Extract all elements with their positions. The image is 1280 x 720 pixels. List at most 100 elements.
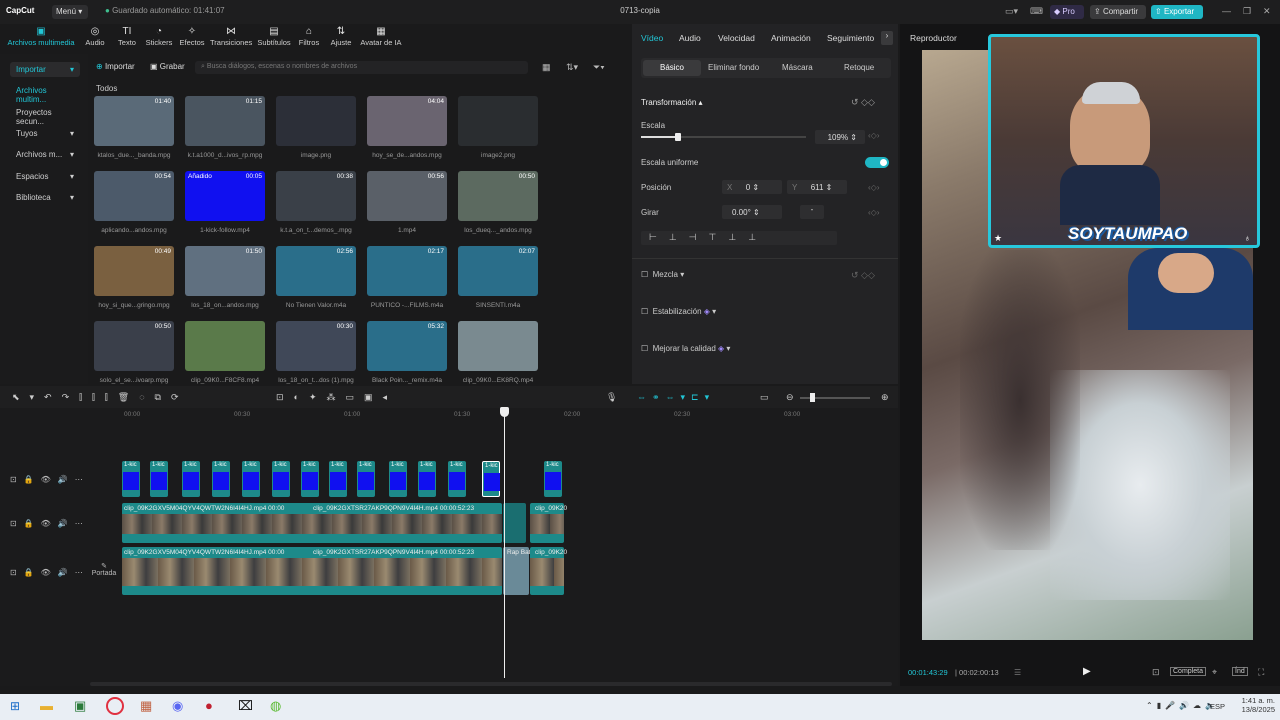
zoom-out-icon[interactable]: ⊖ (786, 392, 794, 403)
subtab-mask[interactable]: Máscara (782, 63, 813, 72)
reset-icon[interactable]: ↺ ◇◇ (851, 97, 875, 108)
snap-tools[interactable]: ⇔⚭⇔▾⊏▾ (637, 392, 715, 403)
scale-input[interactable]: 109% ⇕ (815, 130, 865, 144)
media-thumbnail[interactable]: 00:56 (367, 171, 447, 221)
stabilize-section[interactable]: ☐ Estabilización ◈ ▾ (641, 307, 716, 316)
kick-follow-clip[interactable]: 1-kic (448, 461, 466, 497)
media-thumbnail[interactable]: 05:32 (367, 321, 447, 371)
terminal-icon[interactable]: ▣ (74, 698, 86, 714)
layout-icon[interactable]: ▭▾ (1005, 6, 1018, 17)
media-thumbnail[interactable]: 02:56 (276, 246, 356, 296)
kick-follow-clip[interactable]: 1-kic (122, 461, 140, 497)
close-icon[interactable]: ✕ (1263, 6, 1271, 17)
sidebar-item-import[interactable]: Importar ▾ (10, 62, 80, 77)
media-thumbnail[interactable]: 01:50 (185, 246, 265, 296)
share-button[interactable]: ⇪ Compartir (1090, 5, 1146, 19)
rotate-flip-button[interactable]: - (800, 205, 824, 219)
kick-follow-clip[interactable]: 1-kic (418, 461, 436, 497)
media-thumbnail[interactable]: 00:50 (458, 171, 538, 221)
kick-follow-clip[interactable]: 1-kic (212, 461, 230, 497)
scale-slider-handle[interactable] (675, 133, 681, 141)
enhance-section[interactable]: ☐ Mejorar la calidad ◈ ▾ (641, 344, 730, 353)
media-thumbnail[interactable]: 00:38 (276, 171, 356, 221)
kick-follow-clip[interactable]: 1-kic (329, 461, 347, 497)
tab-speed[interactable]: Velocidad (718, 33, 755, 43)
media-thumbnail[interactable]: 00:49 (94, 246, 174, 296)
tool-media[interactable]: ▣ Archivos multimedia (6, 26, 76, 47)
maximize-icon[interactable]: ❐ (1243, 6, 1251, 17)
windows-start-icon[interactable]: ⊞ (10, 699, 20, 713)
subtab-retouch[interactable]: Retoque (844, 63, 874, 72)
sidebar-item-yours[interactable]: Tuyos ▾ (10, 126, 80, 141)
microphone-icon[interactable]: 🎙 (606, 392, 617, 403)
kick-follow-clip[interactable]: 1-kic (482, 461, 500, 497)
language-indicator[interactable]: ESP (1210, 702, 1225, 711)
timeline-effect-tools[interactable]: ⊡◐✦⁂▭▣◂ (276, 392, 397, 403)
sidebar-item-media[interactable]: Archivos multim... (10, 83, 80, 104)
media-thumbnail[interactable] (458, 96, 538, 146)
position-y-input[interactable]: Y 611 ⇕ (787, 180, 847, 194)
playhead[interactable] (504, 408, 505, 678)
sort-icon[interactable]: ⇅▾ (566, 62, 578, 73)
tab-audio[interactable]: Audio (679, 33, 701, 43)
aspect-ratio-button[interactable]: Índ (1232, 667, 1248, 676)
fit-icon[interactable]: ⌖ (1212, 667, 1217, 678)
kick-follow-clip[interactable]: 1-kic (242, 461, 260, 497)
minimize-icon[interactable]: — (1222, 6, 1231, 16)
chevron-right-icon[interactable]: › (881, 31, 893, 45)
timeline-edit-tools[interactable]: ⬉▾↶↷⫿⫿⫿🗑◌⧉⟳ (12, 392, 189, 403)
keyframe-icon[interactable]: ‹◇› (868, 131, 879, 140)
media-thumbnail[interactable]: 00:54 (94, 171, 174, 221)
position-keyframe-icon[interactable]: ‹◇› (868, 183, 879, 192)
playhead-handle[interactable] (500, 407, 509, 417)
kick-follow-clip[interactable]: 1-kic (150, 461, 168, 497)
sidebar-item-files[interactable]: Archivos m... ▾ (10, 147, 80, 162)
import-button[interactable]: ⊕ Importar (96, 62, 135, 71)
media-thumbnail[interactable]: 01:40 (94, 96, 174, 146)
zoom-slider-handle[interactable] (810, 393, 815, 402)
sidebar-item-library[interactable]: Biblioteca ▾ (10, 190, 80, 205)
sidebar-item-spaces[interactable]: Espacios ▾ (10, 169, 80, 184)
track-controls-3[interactable]: ⊡🔒👁🔊⋯ (10, 568, 90, 577)
grid-view-icon[interactable]: ▦ (542, 62, 551, 73)
cover-button[interactable]: ✎ Portada (90, 562, 118, 577)
kick-follow-clip[interactable]: 1-kic (389, 461, 407, 497)
shortcut-icon[interactable]: ⌨ (1030, 6, 1043, 17)
media-thumbnail[interactable]: 04:04 (367, 96, 447, 146)
media-thumbnail[interactable] (458, 321, 538, 371)
uniform-scale-toggle[interactable] (865, 157, 889, 168)
transform-header[interactable]: Transformación ▴ (641, 98, 703, 107)
kick-follow-clip[interactable]: 1-kic (357, 461, 375, 497)
file-explorer-icon[interactable]: ▬ (40, 698, 53, 713)
sidebar-item-projects[interactable]: Proyectos secun... (10, 105, 80, 126)
media-thumbnail[interactable] (276, 96, 356, 146)
game-app-icon[interactable]: ▦ (140, 698, 152, 714)
tab-tracking[interactable]: Seguimiento (827, 33, 874, 43)
media-thumbnail[interactable]: 00:05 Añadido (185, 171, 265, 221)
blend-reset-icon[interactable]: ↺ ◇◇ (851, 270, 875, 281)
quality-button[interactable]: Completa (1170, 667, 1206, 676)
subtab-remove-bg[interactable]: Eliminar fondo (708, 63, 759, 72)
tab-video[interactable]: Vídeo (641, 33, 663, 43)
pro-button[interactable]: ◆ Pro (1050, 5, 1084, 19)
tool-ai-avatar[interactable]: ▦ Avatar de IA (356, 26, 406, 47)
tab-animation[interactable]: Animación (771, 33, 811, 43)
media-thumbnail[interactable]: 02:07 (458, 246, 538, 296)
clock[interactable]: 1:41 a. m. 13/8/2025 (1235, 696, 1275, 714)
tool-effects[interactable]: ✧ Efectos (171, 26, 213, 47)
kick-follow-clip[interactable]: 1-kic (272, 461, 290, 497)
media-thumbnail[interactable]: 02:17 (367, 246, 447, 296)
preview-axis-icon[interactable]: ▭ (760, 392, 769, 403)
kick-follow-clip[interactable]: 1-kic (182, 461, 200, 497)
media-thumbnail[interactable]: 01:15 (185, 96, 265, 146)
subtab-basic[interactable]: Básico (643, 60, 701, 76)
capcut-taskbar-icon[interactable]: ⌧ (238, 698, 253, 714)
kick-follow-clip[interactable]: 1-kic (544, 461, 562, 497)
browser-icon[interactable]: ● (205, 698, 213, 713)
obs-app-icon[interactable] (106, 697, 124, 715)
filter-funnel-icon[interactable]: ⏷▾ (593, 62, 605, 73)
crop-icon[interactable]: ⊡ (1152, 667, 1160, 678)
track-controls-2[interactable]: ⊡🔒👁🔊⋯ (10, 519, 90, 528)
system-tray-icons[interactable]: ⌃▮🎤🔊☁🔈 (1146, 701, 1219, 710)
play-icon[interactable]: ▶ (1083, 666, 1091, 677)
